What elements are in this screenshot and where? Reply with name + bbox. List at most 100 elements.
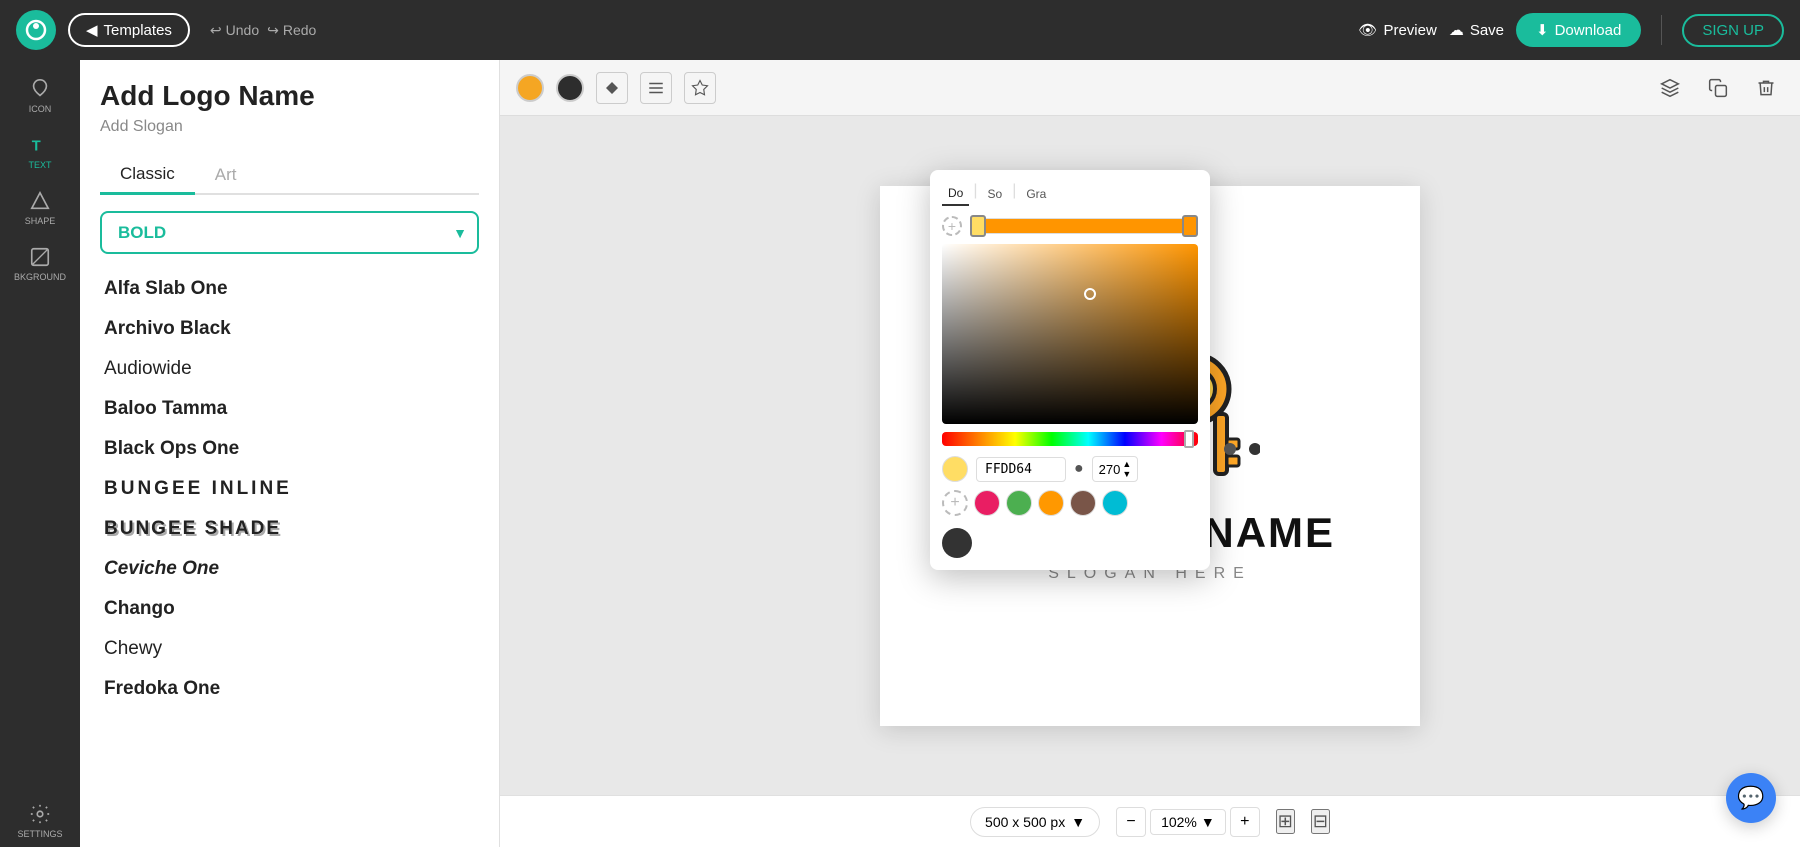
font-item-fredoka[interactable]: Fredoka One — [100, 670, 479, 708]
font-item-chewy[interactable]: Chewy — [100, 630, 479, 668]
shape-label: SHAPE — [25, 216, 56, 226]
zoom-chevron-icon: ▼ — [1201, 814, 1215, 830]
divider — [1661, 15, 1662, 45]
size-chevron-icon: ▼ — [1071, 814, 1085, 830]
font-item-audiowide[interactable]: Audiowide — [100, 350, 479, 388]
size-label: 500 x 500 px — [985, 814, 1065, 830]
app-logo[interactable] — [16, 10, 56, 50]
settings-label: SETTINGS — [17, 829, 62, 839]
canvas-area: C COMPANY NAME SLOGAN HERE 500 x 500 px … — [500, 60, 1800, 847]
bottom-bar: 500 x 500 px ▼ − 102% ▼ + ⊞ ⊟ — [500, 795, 1800, 847]
templates-label: Templates — [104, 22, 172, 39]
sidebar-item-shape[interactable]: SHAPE — [5, 182, 75, 234]
degree-input[interactable]: 270 ▲▼ — [1092, 456, 1139, 482]
hex-color-preview — [942, 456, 968, 482]
panel-subtitle: Add Slogan — [100, 118, 479, 136]
solid-black-swatch[interactable] — [942, 528, 972, 558]
font-item-alfa-slab[interactable]: Alfa Slab One — [100, 270, 479, 308]
font-item-black-ops[interactable]: Black Ops One — [100, 430, 479, 468]
sidebar-item-text[interactable]: T TEXT — [5, 126, 75, 178]
save-button[interactable]: ☁ Save — [1449, 21, 1504, 39]
rainbow-thumb[interactable] — [1184, 430, 1194, 448]
picker-tab-gra[interactable]: Gra — [1020, 182, 1052, 206]
swatch-green[interactable] — [1006, 490, 1032, 516]
swatch-cyan[interactable] — [1102, 490, 1128, 516]
tab-art[interactable]: Art — [195, 156, 257, 193]
preview-button[interactable]: 👁 Preview — [1358, 21, 1436, 39]
gradient-thumb-left[interactable] — [970, 215, 986, 237]
chevron-left-icon: ◀ — [86, 21, 98, 39]
font-style-selector[interactable]: BOLD REGULAR ITALIC LIGHT ▼ — [100, 211, 479, 254]
picker-tab-do[interactable]: Do — [942, 182, 969, 206]
font-style-select[interactable]: BOLD REGULAR ITALIC LIGHT — [100, 211, 479, 254]
undo-icon: ↩ — [210, 22, 222, 39]
sidebar-item-bkground[interactable]: BKGROUND — [5, 238, 75, 290]
sidebar-item-settings[interactable]: SETTINGS — [5, 795, 75, 847]
font-list: Alfa Slab One Archivo Black Audiowide Ba… — [100, 270, 479, 708]
swatch-brown[interactable] — [1070, 490, 1096, 516]
gradient-thumb-right[interactable] — [1182, 215, 1198, 237]
chat-bubble[interactable]: 💬 — [1726, 773, 1776, 823]
effects-icon-btn[interactable] — [684, 72, 716, 104]
zoom-in-button[interactable]: + — [1230, 807, 1260, 837]
icon-sidebar: ICON T TEXT SHAPE BKGROUND — [0, 60, 80, 847]
rainbow-bar[interactable] — [942, 432, 1198, 446]
duplicate-icon-btn[interactable] — [1700, 70, 1736, 106]
font-item-chango[interactable]: Chango — [100, 590, 479, 628]
layers-icon-btn[interactable] — [1652, 70, 1688, 106]
color-swatch-dark[interactable] — [556, 74, 584, 102]
swatches-row: + — [942, 490, 1198, 516]
panel-title: Add Logo Name — [100, 80, 479, 112]
flip-icon-btn[interactable] — [596, 72, 628, 104]
navbar: ◀ Templates ↩ Undo ↪ Redo 👁 Preview ☁ Sa… — [0, 0, 1800, 60]
grid-button[interactable]: ⊞ — [1276, 809, 1295, 834]
templates-button[interactable]: ◀ Templates — [68, 13, 190, 47]
zoom-controls: − 102% ▼ + — [1116, 807, 1260, 837]
swatch-pink[interactable] — [974, 490, 1000, 516]
icon-label: ICON — [29, 104, 52, 114]
gradient-cursor[interactable] — [1084, 288, 1096, 300]
swatch-orange[interactable] — [1038, 490, 1064, 516]
picker-tab-so[interactable]: So — [982, 182, 1009, 206]
hex-input[interactable] — [976, 457, 1066, 482]
opacity-dot: ● — [1074, 460, 1084, 478]
tab-row: Classic Art — [100, 156, 479, 195]
font-item-baloo[interactable]: Baloo Tamma — [100, 390, 479, 428]
degree-spinners[interactable]: ▲▼ — [1122, 459, 1131, 479]
zoom-value[interactable]: 102% ▼ — [1150, 809, 1226, 835]
color-picker-popup: Do | So | Gra + — [930, 170, 1210, 570]
align-button[interactable]: ⊟ — [1311, 809, 1330, 834]
zoom-out-button[interactable]: − — [1116, 807, 1146, 837]
sidebar-item-icon[interactable]: ICON — [5, 70, 75, 122]
size-selector[interactable]: 500 x 500 px ▼ — [970, 807, 1100, 837]
color-gradient-box[interactable] — [942, 244, 1198, 424]
font-item-bungee-inline[interactable]: BUNGEE INLINE — [100, 470, 479, 508]
text-label: TEXT — [28, 160, 51, 170]
gradient-stop-bar[interactable] — [970, 218, 1198, 234]
tab-classic[interactable]: Classic — [100, 156, 195, 195]
font-item-bungee-shade[interactable]: BUNGEE SHADE — [100, 510, 479, 548]
undo-button[interactable]: ↩ Undo — [210, 22, 259, 39]
delete-icon-btn[interactable] — [1748, 70, 1784, 106]
arrange-icon-btn[interactable] — [640, 72, 672, 104]
redo-icon: ↪ — [267, 22, 279, 39]
download-button[interactable]: ⬇ Download — [1516, 13, 1641, 47]
eye-icon: 👁 — [1358, 21, 1377, 39]
picker-tabs: Do | So | Gra — [942, 182, 1198, 206]
font-item-archivo[interactable]: Archivo Black — [100, 310, 479, 348]
undo-redo-group: ↩ Undo ↪ Redo — [210, 22, 316, 39]
signup-button[interactable]: SIGN UP — [1682, 14, 1784, 47]
save-icon: ☁ — [1449, 21, 1464, 39]
color-swatch-orange[interactable] — [516, 74, 544, 102]
main-layout: ICON T TEXT SHAPE BKGROUND — [0, 60, 1800, 847]
chat-icon: 💬 — [1737, 785, 1764, 811]
bkground-label: BKGROUND — [14, 272, 66, 282]
font-item-ceviche[interactable]: Ceviche One — [100, 550, 479, 588]
font-panel: Add Logo Name Add Slogan Classic Art BOL… — [80, 60, 500, 847]
svg-text:T: T — [32, 139, 41, 155]
toolbar-row — [500, 60, 1800, 116]
add-swatch-button[interactable]: + — [942, 490, 968, 516]
add-gradient-stop-btn[interactable]: + — [942, 216, 962, 236]
hex-row: ● 270 ▲▼ — [942, 456, 1198, 482]
redo-button[interactable]: ↪ Redo — [267, 22, 316, 39]
